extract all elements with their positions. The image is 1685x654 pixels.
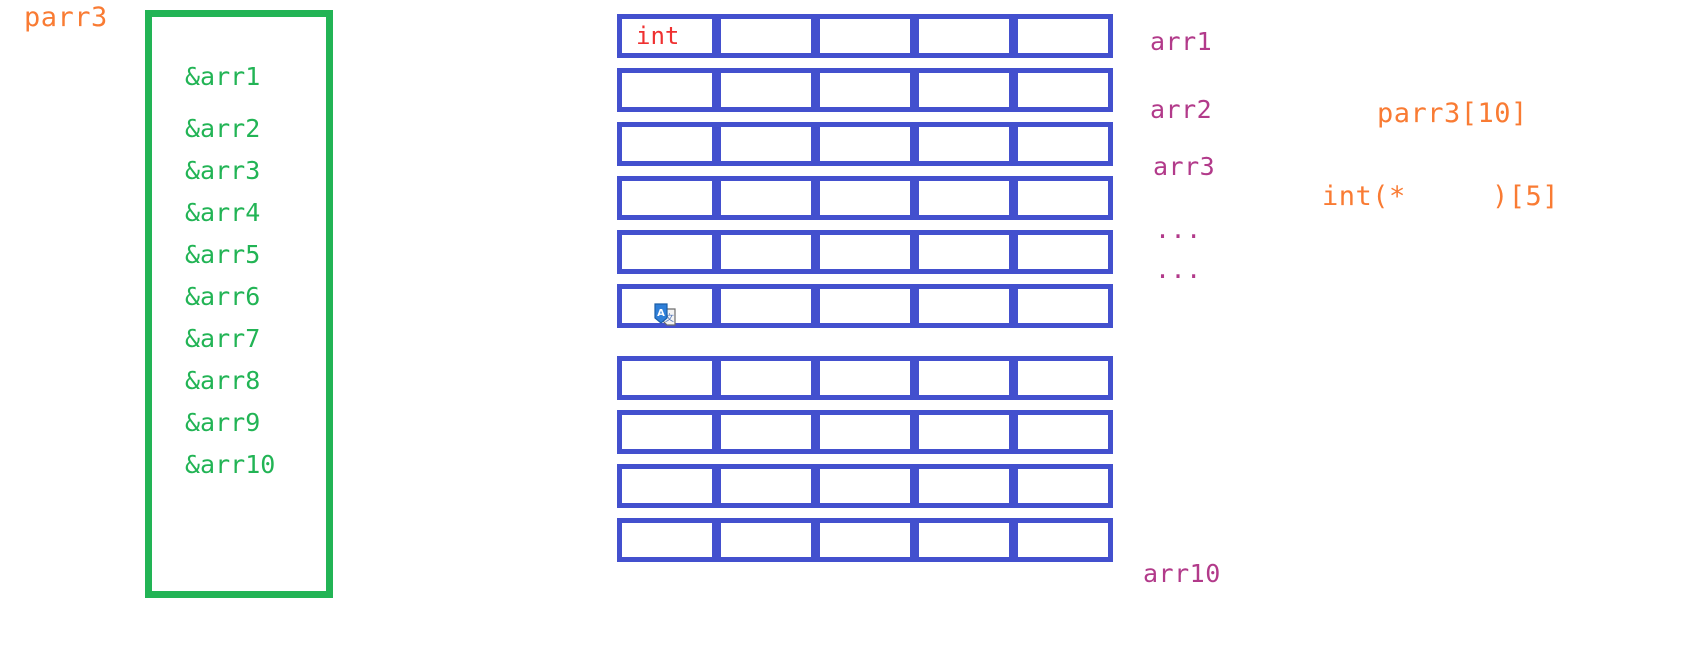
table-row (617, 410, 1113, 454)
array-cell (1013, 356, 1113, 400)
array-cell (1013, 464, 1113, 508)
array-cell (617, 68, 717, 112)
list-item: &arr6 (185, 282, 261, 311)
array-cell (914, 176, 1014, 220)
array-cell (1013, 284, 1113, 328)
array-grid: int (617, 14, 1113, 572)
array-cell (617, 518, 717, 562)
array-cell (914, 230, 1014, 274)
array-cell (1013, 518, 1113, 562)
table-row (617, 464, 1113, 508)
row-label-arr3: arr3 (1153, 152, 1216, 181)
array-cell (815, 176, 915, 220)
list-item: &arr8 (185, 366, 261, 395)
array-cell (914, 122, 1014, 166)
array-cell (815, 230, 915, 274)
row-label-ellipsis-2: ... (1155, 255, 1202, 284)
array-cell (914, 284, 1014, 328)
array-cell (716, 14, 816, 58)
array-cell (716, 176, 816, 220)
list-item: &arr10 (185, 450, 276, 479)
declaration-type-left-annotation: int(* (1322, 181, 1406, 212)
array-cell (617, 176, 717, 220)
array-cell (617, 230, 717, 274)
list-item: &arr7 (185, 324, 261, 353)
array-cell (815, 410, 915, 454)
array-cell (815, 464, 915, 508)
array-cell (815, 518, 915, 562)
list-item: &arr4 (185, 198, 261, 227)
list-item: &arr3 (185, 156, 261, 185)
array-cell (914, 14, 1014, 58)
row-label-ellipsis-1: ... (1155, 215, 1202, 244)
declaration-type-right-annotation: )[5] (1492, 181, 1560, 212)
array-cell (716, 410, 816, 454)
array-cell (716, 230, 816, 274)
table-row (617, 122, 1113, 166)
pointer-array-list: &arr1 &arr2 &arr3 &arr4 &arr5 &arr6 &arr… (185, 56, 345, 486)
array-cell (815, 284, 915, 328)
translate-language-icon: 文 A (650, 301, 680, 331)
list-item: &arr5 (185, 240, 261, 269)
array-cell (1013, 68, 1113, 112)
array-cell (716, 284, 816, 328)
array-cell (1013, 14, 1113, 58)
array-cell (1013, 230, 1113, 274)
array-cell (617, 464, 717, 508)
array-cell (914, 410, 1014, 454)
list-item: &arr9 (185, 408, 261, 437)
array-cell (914, 518, 1014, 562)
row-label-arr1: arr1 (1150, 27, 1213, 56)
array-cell (815, 356, 915, 400)
list-item: &arr2 (185, 114, 261, 143)
diagram-canvas: parr3 &arr1 &arr2 &arr3 &arr4 &arr5 &arr… (0, 0, 1685, 654)
table-row (617, 176, 1113, 220)
array-cell (617, 410, 717, 454)
table-row (617, 68, 1113, 112)
table-row: int (617, 14, 1113, 58)
array-cell (617, 122, 717, 166)
table-row (617, 518, 1113, 562)
array-cell (716, 122, 816, 166)
array-cell (716, 518, 816, 562)
row-label-arr10: arr10 (1143, 559, 1221, 588)
row-label-arr2: arr2 (1150, 95, 1213, 124)
pointer-variable-label: parr3 (24, 2, 108, 33)
array-cell (1013, 410, 1113, 454)
array-cell (815, 68, 915, 112)
array-cell (716, 464, 816, 508)
array-cell (815, 122, 915, 166)
array-cell (815, 14, 915, 58)
array-cell (914, 68, 1014, 112)
table-row (617, 356, 1113, 400)
array-cell (716, 68, 816, 112)
array-cell (1013, 176, 1113, 220)
table-row (617, 284, 1113, 328)
table-row (617, 230, 1113, 274)
array-cell (1013, 122, 1113, 166)
svg-text:A: A (657, 308, 665, 319)
array-cell (716, 356, 816, 400)
list-item: &arr1 (185, 62, 261, 91)
array-cell (617, 356, 717, 400)
array-cell: int (617, 14, 717, 58)
array-cell (914, 356, 1014, 400)
declaration-name-annotation: parr3[10] (1377, 98, 1528, 129)
array-cell (914, 464, 1014, 508)
